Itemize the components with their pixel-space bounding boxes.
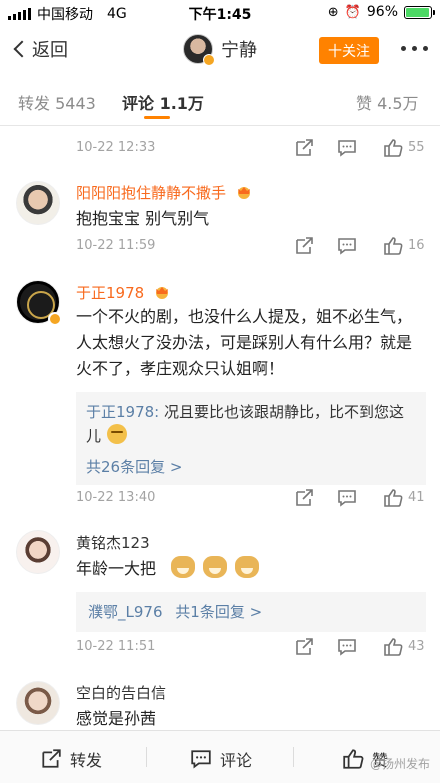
more-replies-link[interactable]: 共1条回复 > (175, 603, 262, 621)
author-name: 空白的告白信 (76, 684, 167, 702)
like-count: 43 (408, 639, 425, 654)
share-icon[interactable] (294, 236, 314, 256)
reply-author[interactable]: 于正1978: (86, 403, 159, 421)
thumbs-up-icon (343, 749, 364, 769)
comment-icon (191, 750, 211, 769)
comment-actions: 10-22 12:33 55 (0, 134, 440, 166)
watermark: @扬州发布 (369, 757, 430, 771)
more-options-button[interactable] (401, 46, 428, 51)
comment-label: 评论 (220, 751, 253, 770)
tab-bar: 转发 5443 评论 1.1万 赞 4.5万 (0, 76, 440, 126)
status-bar: 中国移动 4G 下午1:45 ⊕ ⏰ 96% (0, 0, 440, 26)
reply-box[interactable]: 濮鄂_L976 共1条回复 > (76, 592, 426, 632)
thumbs-up-icon[interactable] (383, 637, 403, 657)
doge-emoji-icon (235, 556, 260, 578)
comment-icon[interactable] (337, 488, 357, 508)
comment-author[interactable]: 于正1978 (76, 282, 171, 303)
avatar[interactable] (16, 681, 60, 725)
comment-icon[interactable] (337, 138, 357, 158)
reply-preview: 于正1978: 况且要比也该跟胡静比，比不到您这儿 (86, 400, 416, 448)
dot-icon (423, 46, 428, 51)
reply-author[interactable]: 濮鄂_L976 (88, 603, 163, 621)
avatar[interactable] (16, 181, 60, 225)
comment-text: 抱抱宝宝 别气别气 (76, 209, 210, 228)
share-icon[interactable] (294, 488, 314, 508)
thumbs-up-icon[interactable] (383, 236, 403, 256)
doge-emoji-icon (203, 556, 228, 578)
comment-author[interactable]: 阳阳阳抱住静静不撒手 (76, 182, 253, 203)
comment-actions: 10-22 13:40 41 (0, 484, 440, 516)
tab-comments[interactable]: 评论 1.1万 (122, 90, 204, 114)
emoji-icon (107, 424, 128, 444)
author-name: 于正1978 (76, 284, 145, 302)
comment-actions: 10-22 11:59 16 (0, 232, 440, 264)
doge-emoji-icon (171, 556, 196, 578)
reply-box[interactable]: 于正1978: 况且要比也该跟胡静比，比不到您这儿 共26条回复 > (76, 392, 426, 485)
repost-label: 转发 (70, 751, 103, 770)
dot-icon (412, 46, 417, 51)
divider (146, 747, 147, 767)
alarm-icon: ⏰ (344, 4, 361, 20)
battery-percent: 96% (366, 4, 398, 20)
avatar[interactable] (183, 34, 215, 66)
bottom-action-bar: 转发 评论 赞 @扬州发布 (0, 730, 440, 783)
comment-author[interactable]: 黄铭杰123 (76, 532, 150, 553)
share-icon[interactable] (294, 138, 314, 158)
comment-icon[interactable] (337, 637, 357, 657)
comment-list[interactable]: 10-22 12:33 55 阳阳阳抱住静静不撒手 抱抱宝宝 别气别气 10-2… (0, 126, 440, 730)
author-name: 黄铭杰123 (76, 534, 150, 552)
tab-reposts[interactable]: 转发 5443 (18, 90, 96, 114)
divider (293, 747, 294, 767)
comment-time: 10-22 11:59 (76, 238, 156, 253)
comment-time: 10-22 13:40 (76, 490, 156, 505)
comment-time: 10-22 11:51 (76, 639, 156, 654)
author-name: 阳阳阳抱住静静不撒手 (76, 184, 227, 202)
active-tab-indicator (144, 116, 170, 119)
dot-icon (401, 46, 406, 51)
reply-preview: 濮鄂_L976 共1条回复 > (88, 600, 414, 624)
tab-likes[interactable]: 赞 4.5万 (356, 90, 419, 114)
comment-time: 10-22 12:33 (76, 140, 156, 155)
vip-crown-icon (155, 287, 168, 299)
comment-text: 一个不火的剧，也没什么人提及，姐不必生气，人太想火了没办法，可是踩别人有什么用？… (76, 307, 413, 378)
page-title: 宁静 (221, 40, 257, 61)
comment-button[interactable]: 评论 (190, 747, 252, 771)
comment-text-content: 年龄一大把 (76, 559, 157, 578)
emoji-group (171, 556, 267, 578)
rotation-lock-icon: ⊕ (327, 4, 339, 20)
repost-button[interactable]: 转发 (40, 747, 102, 771)
comment-text: 年龄一大把 (76, 556, 426, 581)
share-icon[interactable] (294, 637, 314, 657)
like-count: 55 (408, 140, 425, 155)
comment-author[interactable]: 空白的告白信 (76, 682, 166, 703)
follow-button[interactable]: 十关注 (319, 37, 379, 64)
battery-icon (404, 5, 435, 19)
share-icon (42, 749, 61, 768)
comment-text: 感觉是孙茜 (76, 709, 157, 728)
like-count: 41 (408, 490, 425, 505)
avatar[interactable] (16, 530, 60, 574)
more-replies-link[interactable]: 共26条回复 > (86, 456, 416, 477)
vip-crown-icon (237, 187, 250, 199)
comment-icon[interactable] (337, 236, 357, 256)
nav-bar: 返回 宁静 十关注 (0, 26, 440, 72)
comment-actions: 10-22 11:51 43 (0, 633, 440, 665)
like-count: 16 (408, 238, 425, 253)
thumbs-up-icon[interactable] (383, 488, 403, 508)
thumbs-up-icon[interactable] (383, 138, 403, 158)
verified-badge-icon (203, 54, 215, 66)
verified-badge-icon (48, 312, 62, 326)
